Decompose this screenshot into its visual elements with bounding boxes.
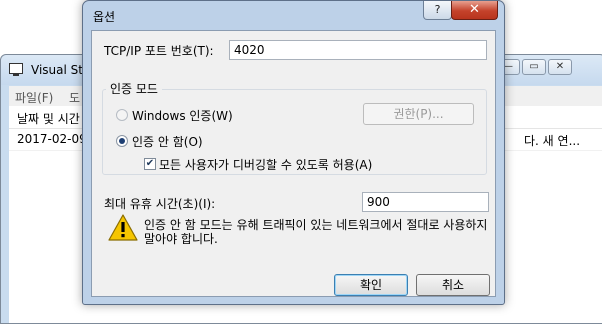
port-label: TCP/IP 포트 번호(T): [104,44,214,58]
column-header-datetime[interactable]: 날짜 및 시간 [17,110,80,127]
warning-text: 인증 안 함 모드는 유해 트래픽이 있는 네트워크에서 절대로 사용하지 말아… [144,218,488,246]
menu-file[interactable]: 파일(F) [15,89,53,106]
row-message: 다. 새 연... [524,134,581,148]
idle-time-input[interactable]: 900 [362,192,489,212]
menu-partial[interactable]: 도 [69,89,80,106]
close-icon[interactable]: ✕ [548,59,572,75]
cancel-button[interactable]: 취소 [416,274,490,296]
options-dialog: 옵션 ? ✕ TCP/IP 포트 번호(T): 4020 인증 모드 Windo… [82,0,505,305]
maximize-icon[interactable]: ▭ [522,59,546,75]
allow-any-user-checkbox[interactable]: ✔ [144,158,156,170]
background-window-title: Visual Stu [31,63,87,77]
port-input[interactable]: 4020 [229,40,487,60]
allow-any-user-label[interactable]: 모든 사용자가 디버깅할 수 있도록 허용(A) [159,156,372,173]
dialog-title: 옵션 [93,10,116,24]
windows-auth-label[interactable]: Windows 인증(W) [132,107,233,124]
auth-mode-title: 인증 모드 [106,80,162,97]
warning-icon [108,214,138,241]
ok-button[interactable]: 확인 [334,274,408,296]
no-auth-radio[interactable] [116,135,128,147]
help-icon[interactable]: ? [423,1,452,20]
windows-auth-radio[interactable] [116,109,128,121]
no-auth-label[interactable]: 인증 안 함(O) [132,133,203,150]
monitor-icon [9,63,23,76]
dialog-body: TCP/IP 포트 번호(T): 4020 인증 모드 Windows 인증(W… [91,30,496,297]
permissions-button[interactable]: 권한(P)... [363,103,474,125]
close-icon[interactable]: ✕ [451,1,498,20]
row-date: 2017-02-09 [17,132,87,146]
idle-time-label: 최대 유휴 시간(초)(I): [104,197,216,211]
